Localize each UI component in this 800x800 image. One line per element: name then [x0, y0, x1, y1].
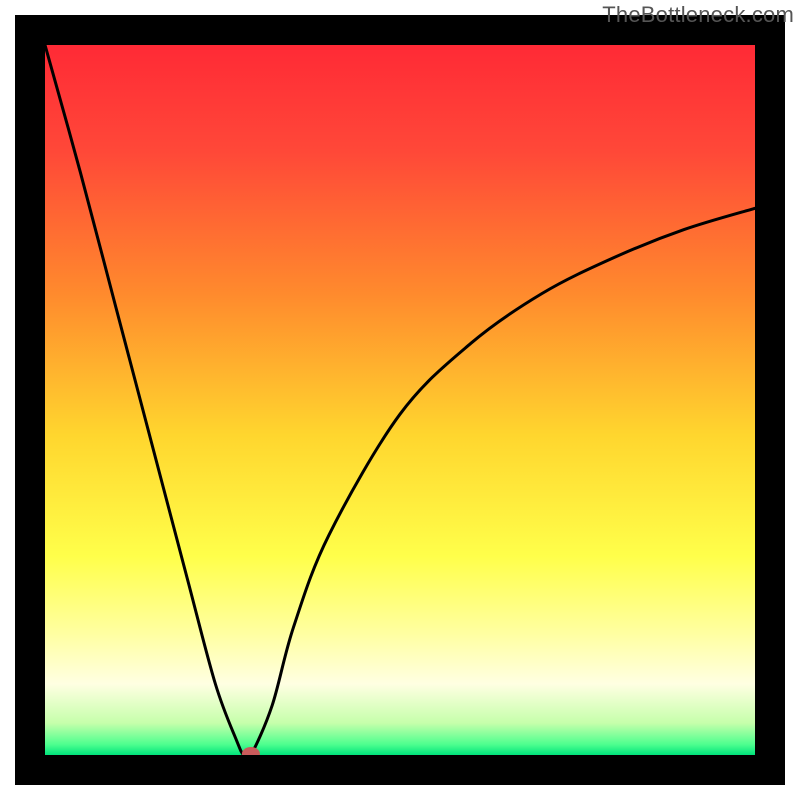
chart-container: TheBottleneck.com: [0, 0, 800, 800]
plot-background: [45, 45, 755, 755]
bottleneck-chart: [0, 0, 800, 800]
watermark-text: TheBottleneck.com: [602, 2, 794, 28]
